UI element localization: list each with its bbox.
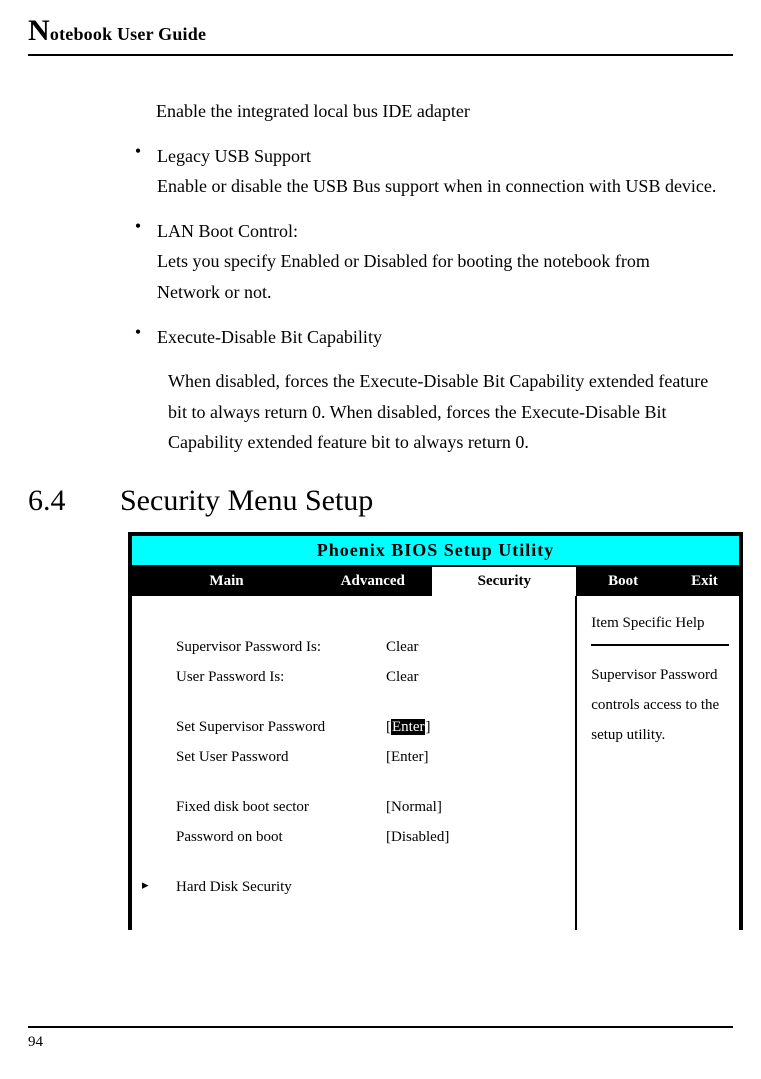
row-supervisor-password-is: Supervisor Password Is: Clear: [142, 632, 567, 662]
bullet-title: Legacy USB Support: [157, 146, 311, 166]
row-password-on-boot[interactable]: Password on boot [Disabled]: [142, 822, 567, 852]
bios-setup-panel: Phoenix BIOS Setup Utility Main Advanced…: [128, 532, 743, 930]
bullet-desc-execute-disable: When disabled, forces the Execute-Disabl…: [168, 366, 713, 458]
field-value: [Enter]: [386, 742, 567, 772]
field-label: User Password Is:: [176, 662, 386, 692]
field-value: Clear: [386, 632, 567, 662]
bullet-title: Execute-Disable Bit Capability: [157, 327, 382, 347]
row-set-user-password[interactable]: Set User Password [Enter]: [142, 742, 567, 772]
bullet-desc: Lets you specify Enabled or Disabled for…: [157, 251, 650, 302]
bullet-title: LAN Boot Control:: [157, 221, 298, 241]
tab-main[interactable]: Main: [140, 566, 313, 596]
field-label: Supervisor Password Is:: [176, 632, 386, 662]
row-hard-disk-security[interactable]: ▸ Hard Disk Security: [142, 872, 567, 902]
section-title: Security Menu Setup: [120, 484, 373, 517]
bios-help-pane: Item Specific Help Supervisor Password c…: [576, 596, 741, 930]
field-value: [Enter]: [386, 712, 567, 742]
field-label: Hard Disk Security: [176, 872, 386, 902]
row-fixed-disk-boot-sector[interactable]: Fixed disk boot sector [Normal]: [142, 792, 567, 822]
section-heading: 6.4 Security Menu Setup: [28, 484, 733, 518]
row-user-password-is: User Password Is: Clear: [142, 662, 567, 692]
bios-tabs: Main Advanced Security Boot Exit: [130, 566, 741, 596]
header-initial: N: [28, 14, 50, 47]
header-title: otebook User Guide: [50, 24, 206, 44]
bullet-execute-disable: • Execute-Disable Bit Capability: [123, 322, 733, 353]
bullet-lan-boot: • LAN Boot Control: Lets you specify Ena…: [123, 216, 733, 308]
help-text: Supervisor Password controls access to t…: [591, 660, 729, 750]
page-number: 94: [28, 1034, 43, 1050]
tab-boot[interactable]: Boot: [576, 566, 670, 596]
help-header: Item Specific Help: [591, 608, 729, 646]
section-number: 6.4: [28, 484, 116, 518]
field-label: Set User Password: [176, 742, 386, 772]
field-value: [Disabled]: [386, 822, 567, 852]
bios-main-pane: Supervisor Password Is: Clear User Passw…: [130, 596, 576, 930]
field-label: Set Supervisor Password: [176, 712, 386, 742]
field-value: [Normal]: [386, 792, 567, 822]
tab-advanced[interactable]: Advanced: [313, 566, 432, 596]
tab-spacer: [130, 566, 140, 596]
page-footer: 94: [28, 1026, 733, 1051]
bullet-dot-icon: •: [123, 216, 153, 237]
tab-exit[interactable]: Exit: [670, 566, 741, 596]
bios-title: Phoenix BIOS Setup Utility: [130, 534, 741, 566]
field-value: Clear: [386, 662, 567, 692]
bullet-dot-icon: •: [123, 322, 153, 343]
bullet-legacy-usb: • Legacy USB Support Enable or disable t…: [123, 141, 733, 202]
intro-paragraph: Enable the integrated local bus IDE adap…: [156, 96, 713, 127]
submenu-marker-icon: ▸: [142, 872, 176, 902]
field-label: Password on boot: [176, 822, 386, 852]
bullet-desc: Enable or disable the USB Bus support wh…: [157, 176, 716, 196]
tab-security[interactable]: Security: [432, 566, 576, 596]
row-set-supervisor-password[interactable]: Set Supervisor Password [Enter]: [142, 712, 567, 742]
field-label: Fixed disk boot sector: [176, 792, 386, 822]
enter-highlighted: Enter: [391, 719, 425, 735]
running-header: Notebook User Guide: [28, 14, 733, 56]
bullet-dot-icon: •: [123, 141, 153, 162]
